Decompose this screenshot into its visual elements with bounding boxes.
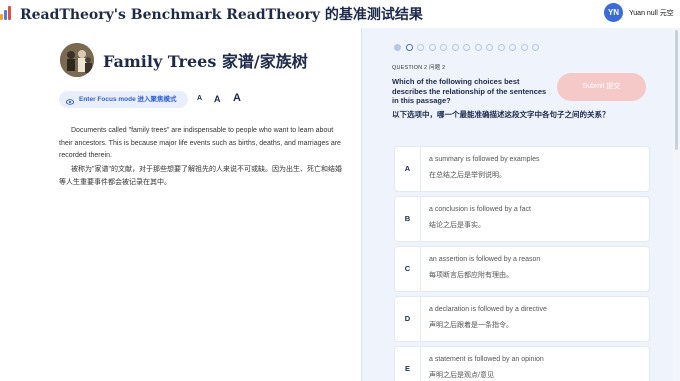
font-size-medium-button[interactable]: A bbox=[214, 94, 221, 104]
passage-panel: Family Trees 家谱/家族树 Enter Focus mode 进入聚… bbox=[0, 28, 361, 381]
progress-dot-10[interactable] bbox=[497, 44, 505, 51]
progress-dot-11[interactable] bbox=[509, 44, 516, 51]
choice-text-zh: 结论之后是事实。 bbox=[429, 222, 485, 229]
focus-mode-label: Enter Focus mode 进入聚焦模式 bbox=[79, 96, 177, 103]
eye-icon bbox=[65, 96, 75, 105]
app-title: ReadTheory's Benchmark ReadTheory 的基准测试结… bbox=[20, 7, 423, 23]
answer-choice-a[interactable]: A a summary is followed by examples 在总结之… bbox=[394, 146, 650, 192]
page-scrollbar-thumb[interactable] bbox=[675, 30, 678, 150]
progress-dot-8[interactable] bbox=[474, 44, 482, 51]
choice-text-en: a statement is followed by an opinion bbox=[429, 356, 544, 363]
question-panel: QUESTION 2 问题 2 Which of the following c… bbox=[361, 28, 680, 381]
answer-choice-e[interactable]: E a statement is followed by an opinion … bbox=[394, 346, 650, 381]
font-size-small-button[interactable]: A bbox=[197, 95, 202, 102]
choice-text-en: an assertion is followed by a reason bbox=[429, 256, 541, 263]
choice-text-zh: 声明之后是观点/意见 bbox=[429, 372, 494, 379]
progress-dot-2[interactable] bbox=[405, 44, 413, 51]
avatar[interactable]: YN bbox=[604, 3, 623, 22]
choice-letter: A bbox=[395, 147, 421, 191]
question-number: QUESTION 2 问题 2 bbox=[392, 65, 446, 71]
choice-text-en: a summary is followed by examples bbox=[429, 156, 540, 163]
progress-dot-6[interactable] bbox=[451, 44, 459, 51]
focus-mode-button[interactable]: Enter Focus mode 进入聚焦模式 bbox=[59, 91, 188, 108]
choice-text-en: a declaration is followed by a directive bbox=[429, 306, 547, 313]
question-text-zh: 以下选项中，哪一个最能准确描述这段文字中各句子之间的关系？ bbox=[392, 110, 610, 119]
progress-dot-1[interactable] bbox=[394, 44, 401, 51]
progress-dot-4[interactable] bbox=[428, 44, 436, 51]
passage-title: Family Trees 家谱/家族树 bbox=[103, 52, 308, 71]
choice-letter: D bbox=[395, 297, 421, 341]
progress-dot-3[interactable] bbox=[417, 44, 424, 51]
answer-choice-c[interactable]: C an assertion is followed by a reason 每… bbox=[394, 246, 650, 292]
progress-dot-5[interactable] bbox=[440, 44, 447, 51]
choice-letter: B bbox=[395, 197, 421, 241]
progress-dot-7[interactable] bbox=[463, 44, 470, 51]
answer-choice-d[interactable]: D a declaration is followed by a directi… bbox=[394, 296, 650, 342]
passage-paragraph-en: Documents called "family trees" are indi… bbox=[59, 127, 341, 159]
choice-letter: E bbox=[395, 347, 421, 381]
submit-button[interactable]: Submit 提交 bbox=[557, 73, 646, 101]
choice-text-zh: 声明之后跟着是一条指令。 bbox=[429, 322, 513, 329]
choice-text-zh: 在总结之后是举例说明。 bbox=[429, 172, 506, 179]
answer-choice-b[interactable]: B a conclusion is followed by a fact 结论之… bbox=[394, 196, 650, 242]
progress-dot-13[interactable] bbox=[532, 44, 539, 51]
top-header: ReadTheory's Benchmark ReadTheory 的基准测试结… bbox=[0, 0, 680, 28]
font-size-large-button[interactable]: A bbox=[233, 92, 241, 104]
choice-text-en: a conclusion is followed by a fact bbox=[429, 206, 531, 213]
progress-dot-12[interactable] bbox=[520, 44, 528, 51]
progress-dot-9[interactable] bbox=[486, 44, 493, 51]
user-name[interactable]: Yuan null 元空 bbox=[629, 8, 674, 18]
choice-text-zh: 每项断言后都应附有理由。 bbox=[429, 272, 513, 279]
readtheory-logo-icon bbox=[0, 6, 12, 20]
passage-thumbnail bbox=[60, 43, 94, 77]
question-text-en: Which of the following choices best desc… bbox=[392, 77, 547, 105]
passage-paragraph-zh: 被称为"家谱"的文献，对于那些想要了解祖先的人来说不可或缺。因为出生、死亡和结婚… bbox=[59, 166, 342, 186]
choice-letter: C bbox=[395, 247, 421, 291]
